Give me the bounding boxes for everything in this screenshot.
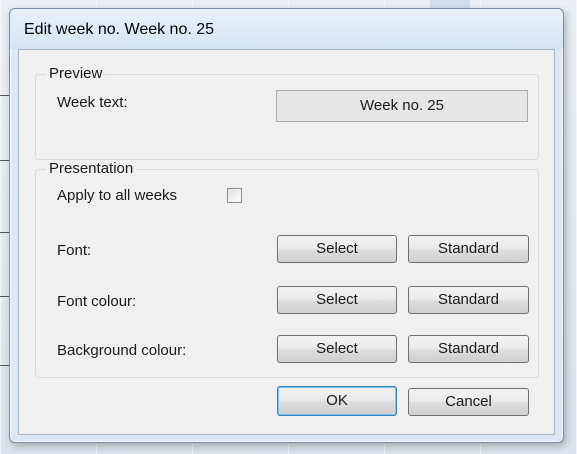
background-colour-select-button[interactable]: Select — [277, 335, 397, 363]
font-colour-select-button[interactable]: Select — [277, 286, 397, 314]
week-text-preview: Week no. 25 — [276, 90, 528, 122]
apply-all-weeks-checkbox[interactable] — [227, 188, 242, 203]
ok-button[interactable]: OK — [277, 386, 397, 416]
preview-group-label: Preview — [46, 65, 106, 82]
background-colour-label: Background colour: — [57, 342, 187, 359]
title-bar[interactable]: Edit week no. Week no. 25 — [10, 9, 563, 49]
presentation-group-label: Presentation — [46, 160, 137, 177]
apply-all-weeks-label: Apply to all weeks — [57, 187, 178, 204]
font-colour-standard-button[interactable]: Standard — [408, 286, 529, 314]
background-colour-standard-button[interactable]: Standard — [408, 335, 529, 363]
dialog-title: Edit week no. Week no. 25 — [24, 21, 215, 38]
cancel-button[interactable]: Cancel — [408, 388, 529, 416]
edit-week-dialog: Edit week no. Week no. 25 Preview Week t… — [9, 8, 564, 443]
font-standard-button[interactable]: Standard — [408, 235, 529, 263]
dialog-client-area: Preview Week text: Week no. 25 Presentat… — [18, 49, 555, 435]
week-text-label: Week text: — [57, 94, 128, 111]
font-select-button[interactable]: Select — [277, 235, 397, 263]
font-colour-label: Font colour: — [57, 293, 137, 310]
font-label: Font: — [57, 242, 92, 259]
